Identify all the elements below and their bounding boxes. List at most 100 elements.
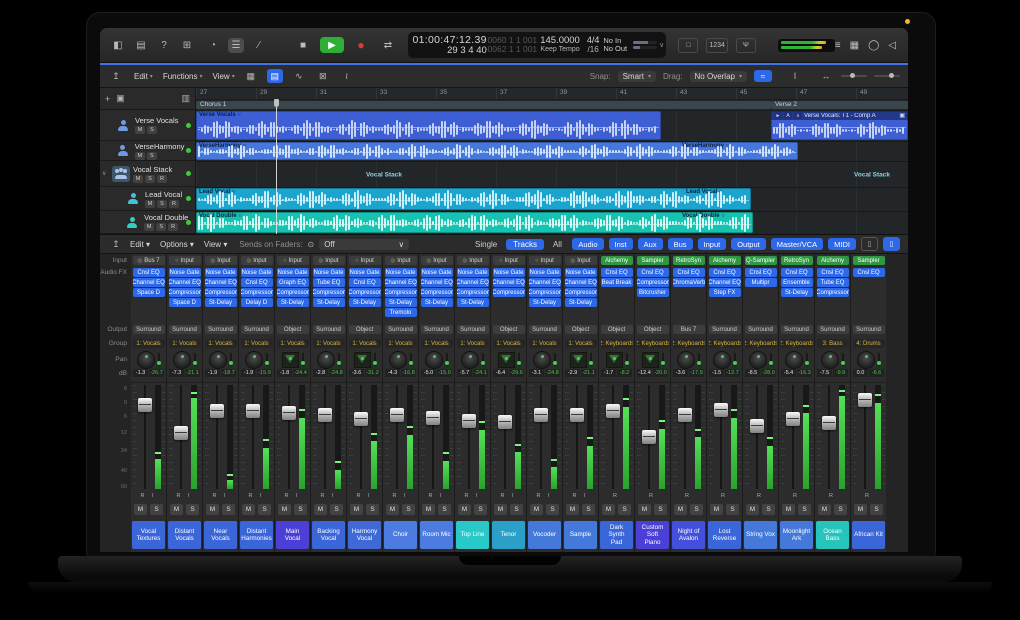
mute-button[interactable]: M	[710, 504, 723, 515]
audio-fx-slot[interactable]: Tube EQ	[313, 278, 345, 287]
volume-readout[interactable]: -5.4	[781, 369, 796, 377]
track-lane[interactable]: Vocal Double ○Vocal Double ○	[196, 212, 908, 235]
object-pan-pad[interactable]	[282, 352, 299, 368]
solo-button[interactable]: S	[186, 504, 199, 515]
mute-button[interactable]: M	[854, 504, 867, 515]
output-slot[interactable]: Surround	[313, 325, 345, 334]
mute-button[interactable]: M	[818, 504, 831, 515]
mixer-mode-single[interactable]: Single	[468, 239, 504, 250]
output-slot[interactable]: Surround	[241, 325, 273, 334]
volume-readout[interactable]: -1.7	[601, 369, 616, 377]
track-header[interactable]: Vocal Double MSR	[100, 211, 195, 234]
solo-button[interactable]: S	[402, 504, 415, 515]
channel-filter-button[interactable]: Output	[731, 238, 766, 250]
channel-name-chip[interactable]: Lost Reverse	[708, 521, 741, 549]
audio-fx-slot[interactable]: Compressor	[385, 288, 417, 297]
output-slot[interactable]: Surround	[205, 325, 237, 334]
group-slot[interactable]: 1: Vocals	[205, 339, 237, 348]
pan-mini-slider[interactable]	[662, 353, 664, 366]
solo-button[interactable]: S	[870, 504, 883, 515]
audio-fx-slot[interactable]: Compressor	[313, 288, 345, 297]
surround-pan-knob[interactable]	[857, 351, 875, 369]
pan-mini-slider[interactable]	[482, 353, 484, 366]
arrangement-marker[interactable]: Verse 2	[771, 101, 908, 109]
volume-readout[interactable]: -2.9	[565, 369, 580, 377]
volume-fader[interactable]	[462, 414, 476, 428]
audio-fx-slot[interactable]: Step FX	[709, 288, 741, 297]
group-slot[interactable]: 1: Vocals	[277, 339, 309, 348]
output-slot[interactable]: Surround	[709, 325, 741, 334]
pan-mini-slider[interactable]	[734, 353, 736, 366]
pan-mini-slider[interactable]	[338, 353, 340, 366]
channel-name-chip[interactable]: Custom Soft Piano	[636, 521, 669, 549]
output-slot[interactable]: Surround	[457, 325, 489, 334]
solo-button[interactable]: S	[222, 504, 235, 515]
track-header-config-button[interactable]: ▥	[181, 93, 190, 104]
surround-pan-knob[interactable]	[785, 351, 803, 369]
surround-pan-knob[interactable]	[461, 351, 479, 369]
track-header[interactable]: ∨ Vocal Stack MSR	[100, 161, 195, 187]
audio-fx-slot[interactable]: Compressor	[493, 288, 525, 297]
solo-button[interactable]: S	[150, 504, 163, 515]
edit-menu[interactable]: Edit▾	[134, 72, 153, 81]
object-pan-pad[interactable]	[606, 352, 623, 368]
audio-fx-slot[interactable]: Noise Gate	[421, 268, 453, 277]
surround-pan-knob[interactable]	[713, 351, 731, 369]
audio-fx-slot[interactable]: St-Delay	[421, 298, 453, 307]
mute-button[interactable]: M	[170, 504, 183, 515]
track-state-button[interactable]: S	[145, 175, 155, 183]
volume-fader[interactable]	[714, 403, 728, 417]
volume-fader[interactable]	[642, 430, 656, 444]
peak-readout[interactable]: -24.1	[473, 369, 488, 377]
bar-ruler[interactable]: 272931333537394143454749	[196, 88, 908, 100]
record-input-buttons[interactable]: R I	[563, 493, 598, 499]
channel-name-chip[interactable]: Distant Harmonies	[240, 521, 273, 549]
sends-on-faders-select[interactable]: Off∨	[319, 239, 409, 250]
audio-fx-slot[interactable]: Cnsl EQ	[241, 278, 273, 287]
mute-button[interactable]: M	[494, 504, 507, 515]
surround-pan-knob[interactable]	[245, 351, 263, 369]
surround-pan-knob[interactable]	[821, 351, 839, 369]
mixer-view-menu[interactable]: View ▾	[204, 240, 227, 249]
record-input-buttons[interactable]: R	[851, 493, 886, 499]
audio-fx-slot[interactable]: St-Delay	[457, 298, 489, 307]
audio-fx-slot[interactable]: Compressor	[349, 288, 381, 297]
track-state-button[interactable]: M	[133, 175, 143, 183]
channel-name-chip[interactable]: Near Vocals	[204, 521, 237, 549]
record-input-buttons[interactable]: R I	[527, 493, 562, 499]
audio-fx-slot[interactable]: Channel EQ	[169, 278, 201, 287]
track-state-button[interactable]: M	[135, 152, 145, 160]
output-slot[interactable]: Object	[565, 325, 597, 334]
stop-button[interactable]: ■	[293, 37, 313, 53]
group-slot[interactable]: 1: Vocals	[529, 339, 561, 348]
track-lane[interactable]: Verse Vocals ○ ►A∧ Verse Vocals: T1 - Co…	[196, 111, 908, 142]
lcd-chevron-icon[interactable]: ∨	[657, 41, 666, 49]
audio-region[interactable]: Verse Vocals ○	[196, 111, 661, 140]
collapse-icon[interactable]: ↔	[818, 69, 834, 83]
peak-readout[interactable]: -26.7	[149, 369, 164, 377]
audio-fx-slot[interactable]: Tremolo	[385, 308, 417, 317]
audio-fx-slot[interactable]: Channel EQ	[565, 278, 597, 287]
surround-pan-knob[interactable]	[389, 351, 407, 369]
peak-readout[interactable]: -16.3	[797, 369, 812, 377]
volume-fader[interactable]	[606, 404, 620, 418]
record-input-buttons[interactable]: R I	[419, 493, 454, 499]
input-slot[interactable]: ○ Input	[277, 256, 309, 265]
peak-readout[interactable]: -17.9	[689, 369, 704, 377]
automation-icon[interactable]: ∿	[291, 69, 307, 83]
input-slot[interactable]: ○ Input	[529, 256, 561, 265]
solo-button[interactable]: S	[474, 504, 487, 515]
group-slot[interactable]: 1: Vocals	[457, 339, 489, 348]
pan-mini-slider[interactable]	[302, 353, 304, 366]
input-format-icon[interactable]: ○	[283, 258, 286, 264]
audio-fx-slot[interactable]: Noise Gate	[565, 268, 597, 277]
track-name[interactable]: Verse Vocals	[135, 116, 178, 125]
instrument-slot[interactable]: RetroSyn	[781, 256, 813, 265]
output-slot[interactable]: Surround	[385, 325, 417, 334]
mixer-options-menu[interactable]: Options ▾	[160, 240, 194, 249]
record-button[interactable]: ●	[351, 37, 371, 53]
surround-pan-knob[interactable]	[209, 351, 227, 369]
mute-button[interactable]: M	[602, 504, 615, 515]
solo-button[interactable]: S	[798, 504, 811, 515]
channel-filter-button[interactable]: Bus	[668, 238, 693, 250]
